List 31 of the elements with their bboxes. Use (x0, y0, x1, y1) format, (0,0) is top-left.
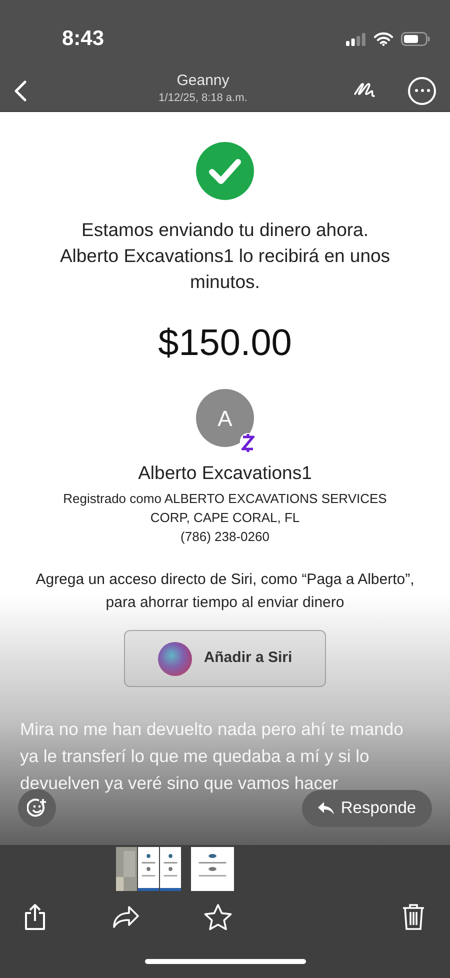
avatar: A (196, 389, 254, 447)
recipient-name: Alberto Excavations1 (138, 461, 312, 485)
chevron-left-icon (14, 80, 26, 102)
share-button[interactable] (24, 903, 48, 931)
smiley-plus-icon (27, 798, 47, 818)
confirmation-message: Estamos enviando tu dinero ahora. Alberto Excavations1 lo recibirá en unos minutos. (58, 218, 392, 294)
share-icon (24, 903, 46, 931)
more-button[interactable] (408, 76, 436, 104)
siri-hint: Agrega un acceso directo de Siri, como “Paga a Alberto”, para ahorrar tiempo al enviar dinero (35, 570, 415, 613)
forward-arrow-icon (112, 905, 140, 929)
amount: $150.00 (158, 321, 292, 365)
registered-name: Registrado como ALBERTO EXCAVATIONS SERVICES CORP, CAPE CORAL, FL (62, 490, 388, 527)
star-icon (204, 904, 232, 930)
zelle-z-icon (240, 433, 256, 453)
message-date: 1/12/25, 8:18 a.m. (158, 90, 248, 104)
signal-icon (346, 32, 366, 46)
phone-number: (786) 238-0260 (180, 528, 270, 546)
wifi-icon (374, 32, 393, 46)
add-reaction-button[interactable] (18, 789, 56, 827)
reply-arrow-icon (318, 802, 334, 815)
checkmark-icon (196, 142, 254, 200)
contact-name: Geanny (176, 70, 230, 90)
reply-button[interactable]: Responde (302, 790, 432, 827)
favorite-button[interactable] (204, 903, 232, 931)
battery-icon (401, 32, 430, 46)
forward-button[interactable] (112, 903, 142, 931)
delete-button[interactable] (402, 903, 426, 931)
siri-orb-icon (158, 642, 192, 676)
status-time: 8:43 (62, 26, 104, 52)
trash-icon (402, 903, 425, 931)
add-to-siri-button[interactable]: Añadir a Siri (124, 630, 326, 687)
